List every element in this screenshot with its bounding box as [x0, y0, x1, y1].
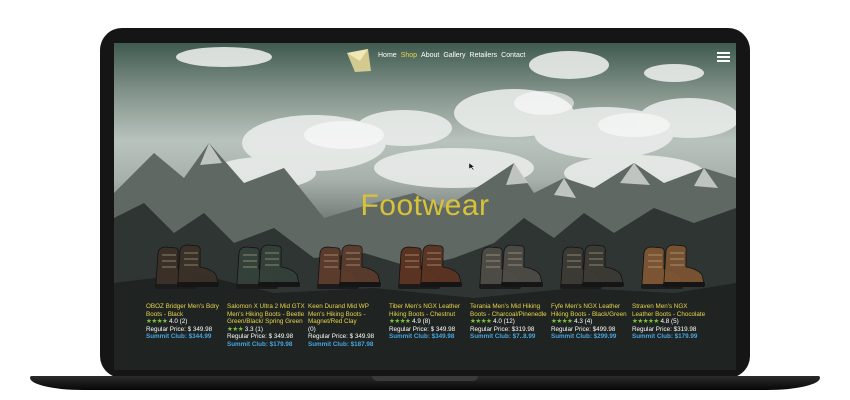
product-info: Fyfe Men's NGX Leather Hiking Boots - Bl… — [551, 303, 629, 341]
boot-right — [339, 244, 381, 287]
nav-shop[interactable]: Shop — [401, 52, 417, 59]
nav-about[interactable]: About — [421, 52, 439, 59]
rating-text: 3.3 (1) — [244, 325, 263, 333]
rating-stars-icon: ★★★★ — [470, 318, 492, 326]
rating-text: 4.0 (12) — [493, 318, 515, 326]
product-info: OBOZ Bridger Men's Bdry Boots - Black ★★… — [146, 303, 224, 341]
boot-image[interactable] — [150, 239, 220, 295]
product-rating: ★★★★ 4.0 (2) — [146, 318, 224, 326]
regular-price: Regular Price: $ 349.98 — [146, 325, 213, 333]
boot-image[interactable] — [231, 239, 301, 295]
logo-icon[interactable] — [346, 47, 372, 73]
regular-price: Regular Price: $ 349.98 — [389, 325, 456, 333]
rating-stars-icon: ★★★★ — [551, 318, 573, 326]
summit-club-price: Summit Club: $344.99 — [146, 333, 212, 341]
summit-club-price: Summit Club: $349.98 — [389, 333, 455, 341]
nav-home[interactable]: Home — [378, 52, 397, 59]
site-header: Home Shop About Gallery Retailers Contac… — [114, 43, 736, 77]
page-title: Footwear — [360, 189, 490, 222]
boot-image[interactable] — [636, 239, 706, 295]
hamburger-menu-icon[interactable] — [717, 52, 730, 62]
rating-text: (0) — [308, 325, 316, 333]
rating-stars-icon: ★★★★ — [146, 318, 168, 326]
website-screen: Home Shop About Gallery Retailers Contac… — [114, 43, 736, 370]
product-rating: ★★★★★ 4.8 (5) — [632, 318, 710, 326]
product-name[interactable]: Fyfe Men's NGX Leather Hiking Boots - Bl… — [551, 303, 629, 318]
regular-price: Regular Price: $499.98 — [551, 325, 616, 333]
laptop-notch — [372, 376, 478, 381]
rating-stars-icon: ★★★★★ — [632, 318, 659, 326]
product-name[interactable]: OBOZ Bridger Men's Bdry Boots - Black — [146, 303, 224, 318]
boot-image[interactable] — [393, 239, 463, 295]
boot-right — [420, 244, 462, 287]
product-info: Terania Men's Mid Hiking Boots - Charcoa… — [470, 303, 548, 341]
nav-contact[interactable]: Contact — [501, 52, 525, 59]
rating-stars-icon: ★★★ — [227, 325, 244, 333]
rating-text: 4.0 (2) — [169, 318, 188, 326]
product-info: Tiber Men's NGX Leather Hiking Boots - C… — [389, 303, 467, 341]
nav-gallery[interactable]: Gallery — [443, 52, 465, 59]
regular-price: Regular Price: $ 349.98 — [227, 333, 294, 341]
product-info: Salomon X Ultra 2 Mid GTX Men's Hiking B… — [227, 303, 305, 349]
rating-stars-icon: ★★★★ — [389, 318, 411, 326]
product-rating: ★★★★ 4.3 (4) — [551, 318, 629, 326]
product-info: Straven Men's NGX Leather Boots - Chocol… — [632, 303, 710, 341]
product-name[interactable]: Terania Men's Mid Hiking Boots - Charcoa… — [470, 303, 548, 318]
product-name[interactable]: Salomon X Ultra 2 Mid GTX Men's Hiking B… — [227, 303, 305, 326]
rating-text: 4.9 (8) — [412, 318, 431, 326]
boot-right — [582, 244, 624, 287]
boot-right — [177, 244, 219, 287]
product-rating: ★★★ 3.3 (1) — [227, 326, 305, 334]
rating-text: 4.3 (4) — [574, 318, 593, 326]
boot-right — [258, 244, 300, 287]
rating-text: 4.8 (5) — [660, 318, 679, 326]
mouse-cursor-icon — [469, 163, 475, 170]
product-info: Keen Durand Mid WP Men's Hiking Boots - … — [308, 303, 386, 349]
product-rating: ★★★★ 4.9 (8) — [389, 318, 467, 326]
nav-retailers[interactable]: Retailers — [470, 52, 498, 59]
product-name[interactable]: Tiber Men's NGX Leather Hiking Boots - C… — [389, 303, 467, 318]
regular-price: Regular Price: $319.98 — [632, 325, 697, 333]
product-rating: (0) — [308, 326, 386, 334]
summit-club-price: Summit Club: $299.99 — [551, 333, 617, 341]
regular-price: Regular Price: $ 349.98 — [308, 333, 375, 341]
summit-club-price: Summit Club: $179.98 — [227, 340, 293, 348]
boot-image[interactable] — [312, 239, 382, 295]
summit-club-price: Summit Club: $187.98 — [308, 340, 374, 348]
boot-right — [663, 244, 705, 287]
summit-club-price: Summit Club: $7..8.99 — [470, 333, 536, 341]
product-name[interactable]: Keen Durand Mid WP Men's Hiking Boots - … — [308, 303, 386, 326]
product-name[interactable]: Straven Men's NGX Leather Boots - Chocol… — [632, 303, 710, 318]
main-nav: Home Shop About Gallery Retailers Contac… — [378, 52, 525, 59]
regular-price: Regular Price: $319.98 — [470, 325, 535, 333]
boot-right — [501, 244, 543, 287]
boot-image[interactable] — [474, 239, 544, 295]
summit-club-price: Summit Club: $179.99 — [632, 333, 698, 341]
boot-image[interactable] — [555, 239, 625, 295]
product-rating: ★★★★ 4.0 (12) — [470, 318, 548, 326]
